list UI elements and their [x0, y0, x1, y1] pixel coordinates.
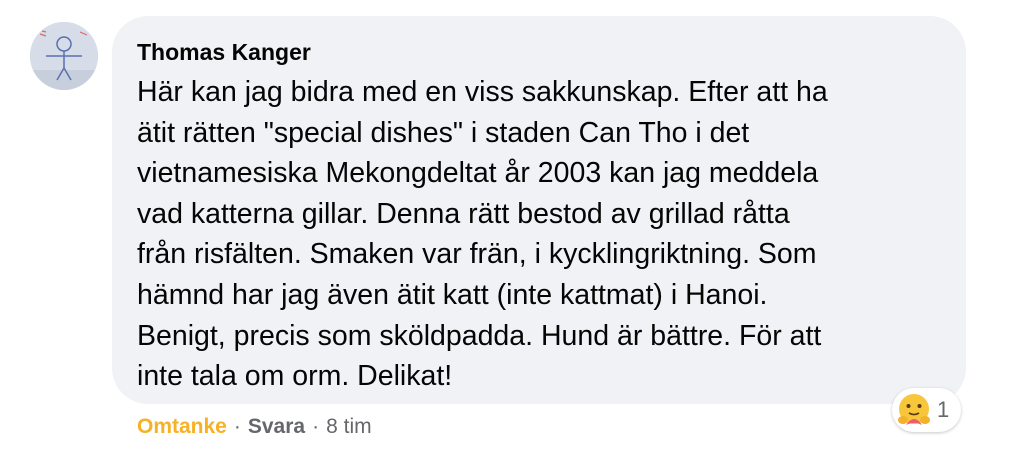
comment-timestamp[interactable]: 8 tim: [326, 413, 372, 441]
care-reaction-button[interactable]: Omtanke: [137, 413, 227, 441]
reaction-count: 1: [937, 397, 950, 422]
reaction-summary[interactable]: 1: [892, 388, 962, 432]
comment-actions: Omtanke · Svara · 8 tim: [137, 413, 372, 441]
separator: ·: [312, 415, 320, 438]
comment-text: Här kan jag bidra med en viss sakkunskap…: [137, 76, 828, 393]
comment-bubble: Thomas Kanger Här kan jag bidra med en v…: [112, 16, 966, 404]
care-emoji-icon: [898, 394, 930, 425]
comment: Thomas Kanger Här kan jag bidra med en v…: [0, 0, 1022, 460]
separator: ·: [233, 415, 241, 438]
reply-button[interactable]: Svara: [248, 413, 305, 441]
avatar[interactable]: [30, 22, 98, 90]
comment-author[interactable]: Thomas Kanger: [137, 38, 942, 66]
